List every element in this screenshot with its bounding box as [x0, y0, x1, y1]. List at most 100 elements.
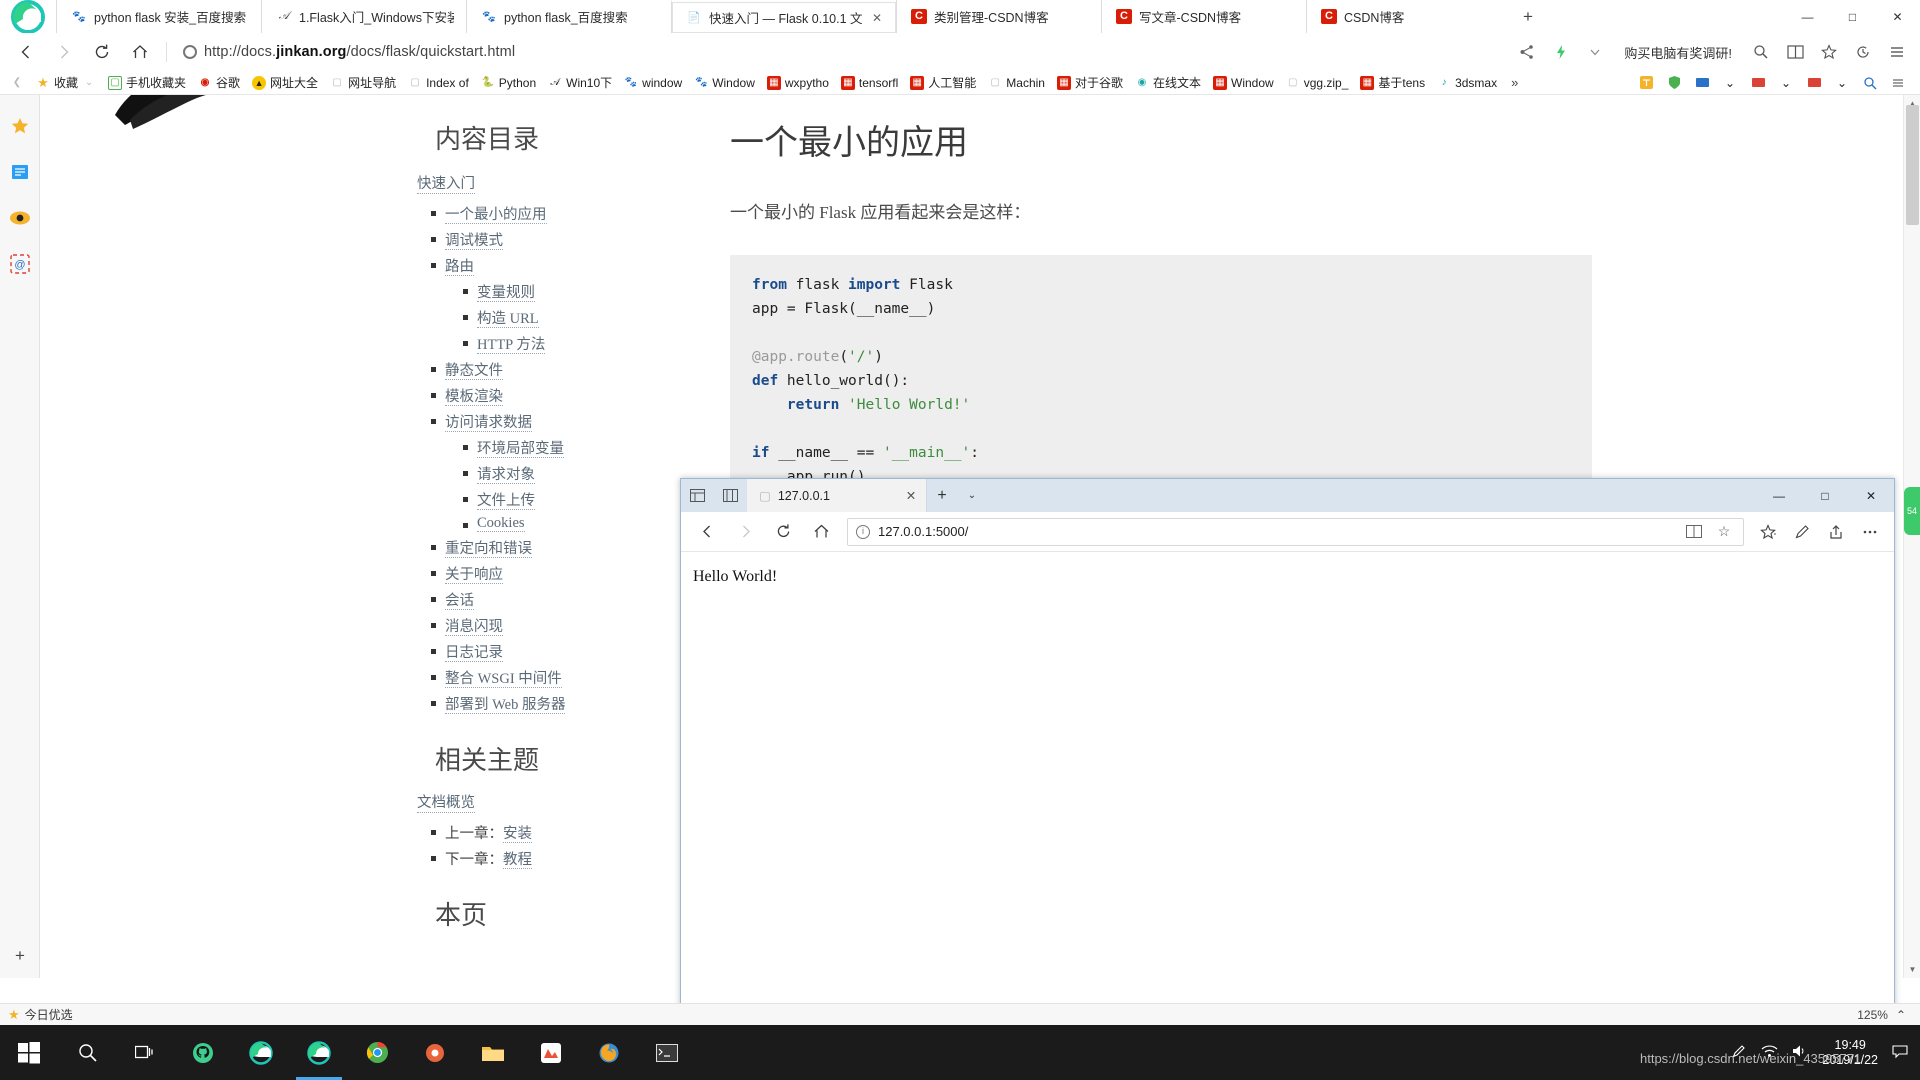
- toc-link[interactable]: 调试模式: [445, 233, 503, 250]
- bookmark-9[interactable]: 🐾 Window: [688, 72, 761, 94]
- rail-reading-list[interactable]: [0, 149, 40, 195]
- status-left-text[interactable]: 今日优选: [25, 1006, 73, 1023]
- taskbar-edge-icon[interactable]: [232, 1025, 290, 1080]
- toc-item[interactable]: 调试模式: [431, 229, 625, 250]
- extension-shield-icon[interactable]: [1662, 72, 1686, 94]
- tab-2[interactable]: 🐾 python flask_百度搜索: [466, 0, 671, 33]
- toc-item[interactable]: 会话: [431, 589, 625, 610]
- inner-forward-arrow-icon[interactable]: [727, 516, 763, 548]
- start-button[interactable]: [0, 1025, 58, 1080]
- taskbar-explorer-icon[interactable]: [464, 1025, 522, 1080]
- chevron-down-icon[interactable]: ⌄: [1774, 72, 1798, 94]
- bookmark-8[interactable]: 🐾 window: [618, 72, 688, 94]
- favorites-star-icon[interactable]: [1814, 37, 1844, 67]
- home-icon[interactable]: [122, 36, 158, 68]
- bookmark-3[interactable]: ▲ 网址大全: [246, 72, 324, 94]
- taskbar-firefox-icon[interactable]: [580, 1025, 638, 1080]
- bookmark-11[interactable]: ▦ tensorfl: [835, 72, 904, 94]
- taskbar-chrome-icon[interactable]: [348, 1025, 406, 1080]
- toc-subitem[interactable]: 文件上传: [463, 489, 625, 510]
- toc-link[interactable]: 日志记录: [445, 645, 503, 662]
- taskbar-task-view-button[interactable]: [116, 1025, 174, 1080]
- toc-link[interactable]: 消息闪现: [445, 619, 503, 636]
- zoom-level[interactable]: 125%: [1857, 1008, 1888, 1022]
- toc-item[interactable]: 日志记录: [431, 641, 625, 662]
- share-icon[interactable]: [1820, 516, 1852, 548]
- favorites-star-icon[interactable]: ☆: [1713, 523, 1735, 540]
- bookmark-12[interactable]: ▦ 人工智能: [904, 72, 982, 94]
- toc-item[interactable]: 路由 变量规则 构造 URL HTTP 方法: [431, 255, 625, 354]
- bookmarks-nav-back[interactable]: ❮: [4, 72, 30, 94]
- tab-0[interactable]: 🐾 python flask 安装_百度搜索: [56, 0, 261, 33]
- bookmark-0[interactable]: ★ 收藏 ⌄: [30, 72, 102, 94]
- extension-red2-icon[interactable]: [1802, 72, 1826, 94]
- toc-item[interactable]: 整合 WSGI 中间件: [431, 667, 625, 688]
- forward-arrow-icon[interactable]: [46, 36, 82, 68]
- inner-home-icon[interactable]: [803, 516, 839, 548]
- toc-link[interactable]: 模板渲染: [445, 389, 503, 406]
- floating-side-tab[interactable]: 54: [1904, 487, 1920, 535]
- tab-4[interactable]: C 类别管理-CSDN博客: [896, 0, 1101, 33]
- toc-subitem[interactable]: 环境局部变量: [463, 437, 625, 458]
- flash-icon[interactable]: [1546, 37, 1576, 67]
- site-info-icon[interactable]: [183, 45, 197, 59]
- extension-blue-icon[interactable]: [1690, 72, 1714, 94]
- toc-sublink[interactable]: 构造 URL: [477, 311, 539, 328]
- inner-refresh-arrow-icon[interactable]: [765, 516, 801, 548]
- toc-link[interactable]: 部署到 Web 服务器: [445, 697, 566, 714]
- toc-sublink[interactable]: 环境局部变量: [477, 441, 564, 458]
- bookmark-15[interactable]: ◉ 在线文本: [1129, 72, 1207, 94]
- inner-set-tabs-aside-icon[interactable]: [714, 479, 747, 512]
- toc-subitem[interactable]: 请求对象: [463, 463, 625, 484]
- reading-view-icon[interactable]: [1780, 37, 1810, 67]
- toc-item[interactable]: 一个最小的应用: [431, 203, 625, 224]
- refresh-arrow-icon[interactable]: [84, 36, 120, 68]
- extension-translate-icon[interactable]: [1634, 72, 1658, 94]
- chevron-down-icon[interactable]: [1580, 37, 1610, 67]
- bookmark-13[interactable]: ▢ Machin: [982, 72, 1051, 94]
- favorites-hub-icon[interactable]: [1752, 516, 1784, 548]
- toc-link[interactable]: 会话: [445, 593, 474, 610]
- tab-6[interactable]: C CSDN博客: [1306, 0, 1511, 33]
- toc-subitem[interactable]: HTTP 方法: [463, 333, 625, 354]
- related-item[interactable]: 上一章：安装: [431, 822, 625, 843]
- promo-banner[interactable]: 购买电脑有奖调研!: [1614, 43, 1742, 62]
- toc-subitem[interactable]: 构造 URL: [463, 307, 625, 328]
- history-icon[interactable]: [1848, 37, 1878, 67]
- taskbar-search-button[interactable]: [58, 1025, 116, 1080]
- search-icon[interactable]: [1858, 72, 1882, 94]
- close-button[interactable]: ✕: [1875, 0, 1920, 33]
- toc-link[interactable]: 静态文件: [445, 363, 503, 380]
- chevron-down-icon[interactable]: ⌄: [1830, 72, 1854, 94]
- web-notes-icon[interactable]: [1786, 516, 1818, 548]
- toc-item[interactable]: 部署到 Web 服务器: [431, 693, 625, 714]
- toc-item[interactable]: 消息闪现: [431, 615, 625, 636]
- toc-link[interactable]: 重定向和错误: [445, 541, 532, 558]
- scroll-down-arrow[interactable]: ▼: [1904, 961, 1920, 978]
- sidebar-link-quickstart[interactable]: 快速入门: [417, 172, 475, 194]
- search-icon[interactable]: [1746, 37, 1776, 67]
- chevron-up-icon[interactable]: ⌃: [1896, 1008, 1906, 1022]
- bookmark-1[interactable]: ▢ 手机收藏夹: [102, 72, 192, 94]
- taskbar-github-icon[interactable]: [174, 1025, 232, 1080]
- rail-capture[interactable]: @: [0, 241, 40, 287]
- rail-favorites[interactable]: [0, 103, 40, 149]
- related-link[interactable]: 教程: [503, 852, 532, 869]
- toc-link[interactable]: 一个最小的应用: [445, 207, 547, 224]
- bookmark-19[interactable]: ♪ 3dsmax: [1431, 72, 1503, 94]
- bookmark-17[interactable]: ▢ vgg.zip_: [1280, 72, 1355, 94]
- bookmarks-overflow-button[interactable]: »: [1503, 75, 1526, 90]
- inner-new-tab-button[interactable]: +: [927, 479, 957, 512]
- toc-item[interactable]: 静态文件: [431, 359, 625, 380]
- inner-chevron-down-icon[interactable]: ⌄: [957, 479, 987, 512]
- toc-sublink[interactable]: 请求对象: [477, 467, 535, 484]
- tab-1[interactable]: 𝒜 1.Flask入门_Windows下安装 - (: [261, 0, 466, 33]
- bookmark-10[interactable]: ▦ wxpytho: [761, 72, 835, 94]
- bookmark-7[interactable]: 𝒜 Win10下: [542, 72, 618, 94]
- chevron-down-icon[interactable]: ⌄: [1718, 72, 1742, 94]
- menu-icon[interactable]: [1882, 37, 1912, 67]
- toc-sublink[interactable]: 变量规则: [477, 285, 535, 302]
- taskbar-app-icon[interactable]: [522, 1025, 580, 1080]
- related-item[interactable]: 下一章：教程: [431, 848, 625, 869]
- toc-link[interactable]: 路由: [445, 259, 474, 276]
